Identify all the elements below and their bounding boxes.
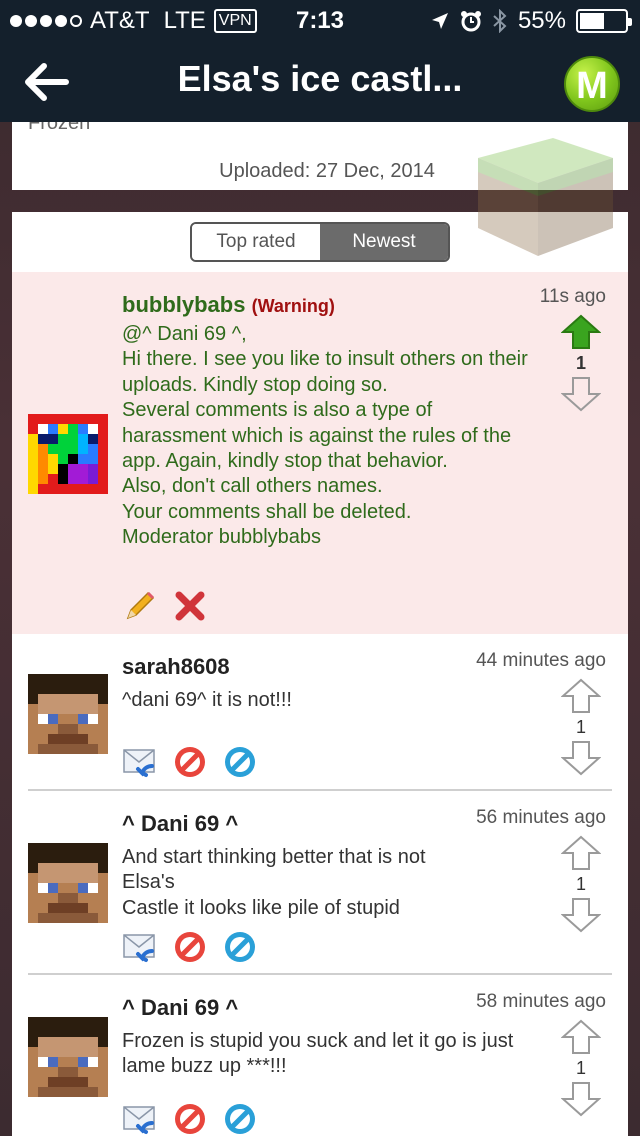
downvote-arrow-icon[interactable] (561, 740, 601, 776)
upvote-arrow-icon[interactable] (561, 314, 601, 350)
vote-control: 1 (558, 314, 604, 412)
sort-segmented-control: Top rated Newest (190, 222, 450, 262)
battery-percent: 55% (517, 7, 566, 34)
comment-username[interactable]: sarah8608 (122, 654, 230, 680)
user-avatar (28, 843, 108, 923)
upload-date: Uploaded: 27 Dec, 2014 (219, 160, 435, 182)
battery-icon (576, 9, 632, 33)
comment-time: 56 minutes ago (476, 807, 606, 828)
reply-mail-icon[interactable] (122, 744, 158, 780)
downvote-arrow-icon[interactable] (561, 897, 601, 933)
status-bar: AT&T LTE VPN 7:13 55% (0, 0, 640, 40)
page-title: Elsa's ice castl... (177, 58, 463, 99)
report-icon[interactable] (222, 744, 258, 780)
user-avatar (28, 1017, 108, 1097)
vote-count: 1 (575, 353, 586, 373)
bluetooth-icon (493, 9, 507, 33)
comment-actions (122, 588, 208, 624)
downvote-arrow-icon[interactable] (561, 1081, 601, 1117)
user-avatar (28, 414, 108, 494)
reply-mail-icon[interactable] (122, 929, 158, 965)
comment-time: 11s ago (539, 286, 606, 307)
upvote-arrow-icon[interactable] (561, 1019, 601, 1055)
delete-x-icon[interactable] (172, 588, 208, 624)
comment-text: And start thinking better that is not El… (122, 846, 426, 919)
comments-panel: Top rated Newest bubblybabs (Warning) 11… (12, 212, 628, 1136)
comment-text: ^dani 69^ it is not!!! (122, 689, 292, 711)
comment-time: 44 minutes ago (476, 650, 606, 671)
app-logo[interactable]: M (564, 56, 620, 112)
comment-actions (122, 1101, 258, 1136)
edit-pencil-icon[interactable] (122, 588, 158, 624)
comment-time: 58 minutes ago (476, 991, 606, 1012)
user-avatar (28, 674, 108, 754)
vote-count: 1 (575, 874, 586, 894)
comment-item: ^ Dani 69 ^ 56 minutes ago And start thi… (12, 791, 628, 975)
block-user-icon[interactable] (172, 1101, 208, 1136)
comment-item: bubblybabs (Warning) 11s ago @^ Dani 69 … (12, 272, 628, 634)
report-icon[interactable] (222, 1101, 258, 1136)
reply-mail-icon[interactable] (122, 1101, 158, 1136)
username-text: bubblybabs (122, 292, 246, 317)
vote-control: 1 (558, 1019, 604, 1117)
block-user-icon[interactable] (172, 744, 208, 780)
vote-control: 1 (558, 678, 604, 776)
report-icon[interactable] (222, 929, 258, 965)
vote-count: 1 (575, 717, 586, 737)
comment-item: ^ Dani 69 ^ 58 minutes ago Frozen is stu… (12, 975, 628, 1136)
tab-newest[interactable]: Newest (320, 224, 448, 260)
back-arrow-icon[interactable] (22, 62, 70, 102)
comment-text: Frozen is stupid you suck and let it go … (122, 1030, 514, 1078)
comment-username[interactable]: ^ Dani 69 ^ (122, 995, 238, 1021)
warning-label: (Warning) (251, 296, 335, 316)
comment-actions (122, 744, 258, 780)
downvote-arrow-icon[interactable] (561, 376, 601, 412)
upload-info-card: Frozen Uploaded: 27 Dec, 2014 (12, 122, 628, 190)
alarm-clock-icon (460, 11, 481, 32)
comment-username[interactable]: ^ Dani 69 ^ (122, 811, 238, 837)
vote-control: 1 (558, 835, 604, 933)
comment-username[interactable]: bubblybabs (Warning) (122, 292, 335, 318)
navigation-bar: Elsa's ice castl... M (0, 40, 640, 122)
tab-top-rated[interactable]: Top rated (192, 224, 320, 260)
comment-item: sarah8608 44 minutes ago ^dani 69^ it is… (12, 634, 628, 791)
comment-text: @^ Dani 69 ^, Hi there. I see you like t… (122, 323, 528, 549)
upload-title-fragment: Frozen (28, 122, 91, 134)
vote-count: 1 (575, 1058, 586, 1078)
upvote-arrow-icon[interactable] (561, 678, 601, 714)
comment-actions (122, 929, 258, 965)
location-arrow-icon (431, 13, 448, 29)
block-user-icon[interactable] (172, 929, 208, 965)
upvote-arrow-icon[interactable] (561, 835, 601, 871)
